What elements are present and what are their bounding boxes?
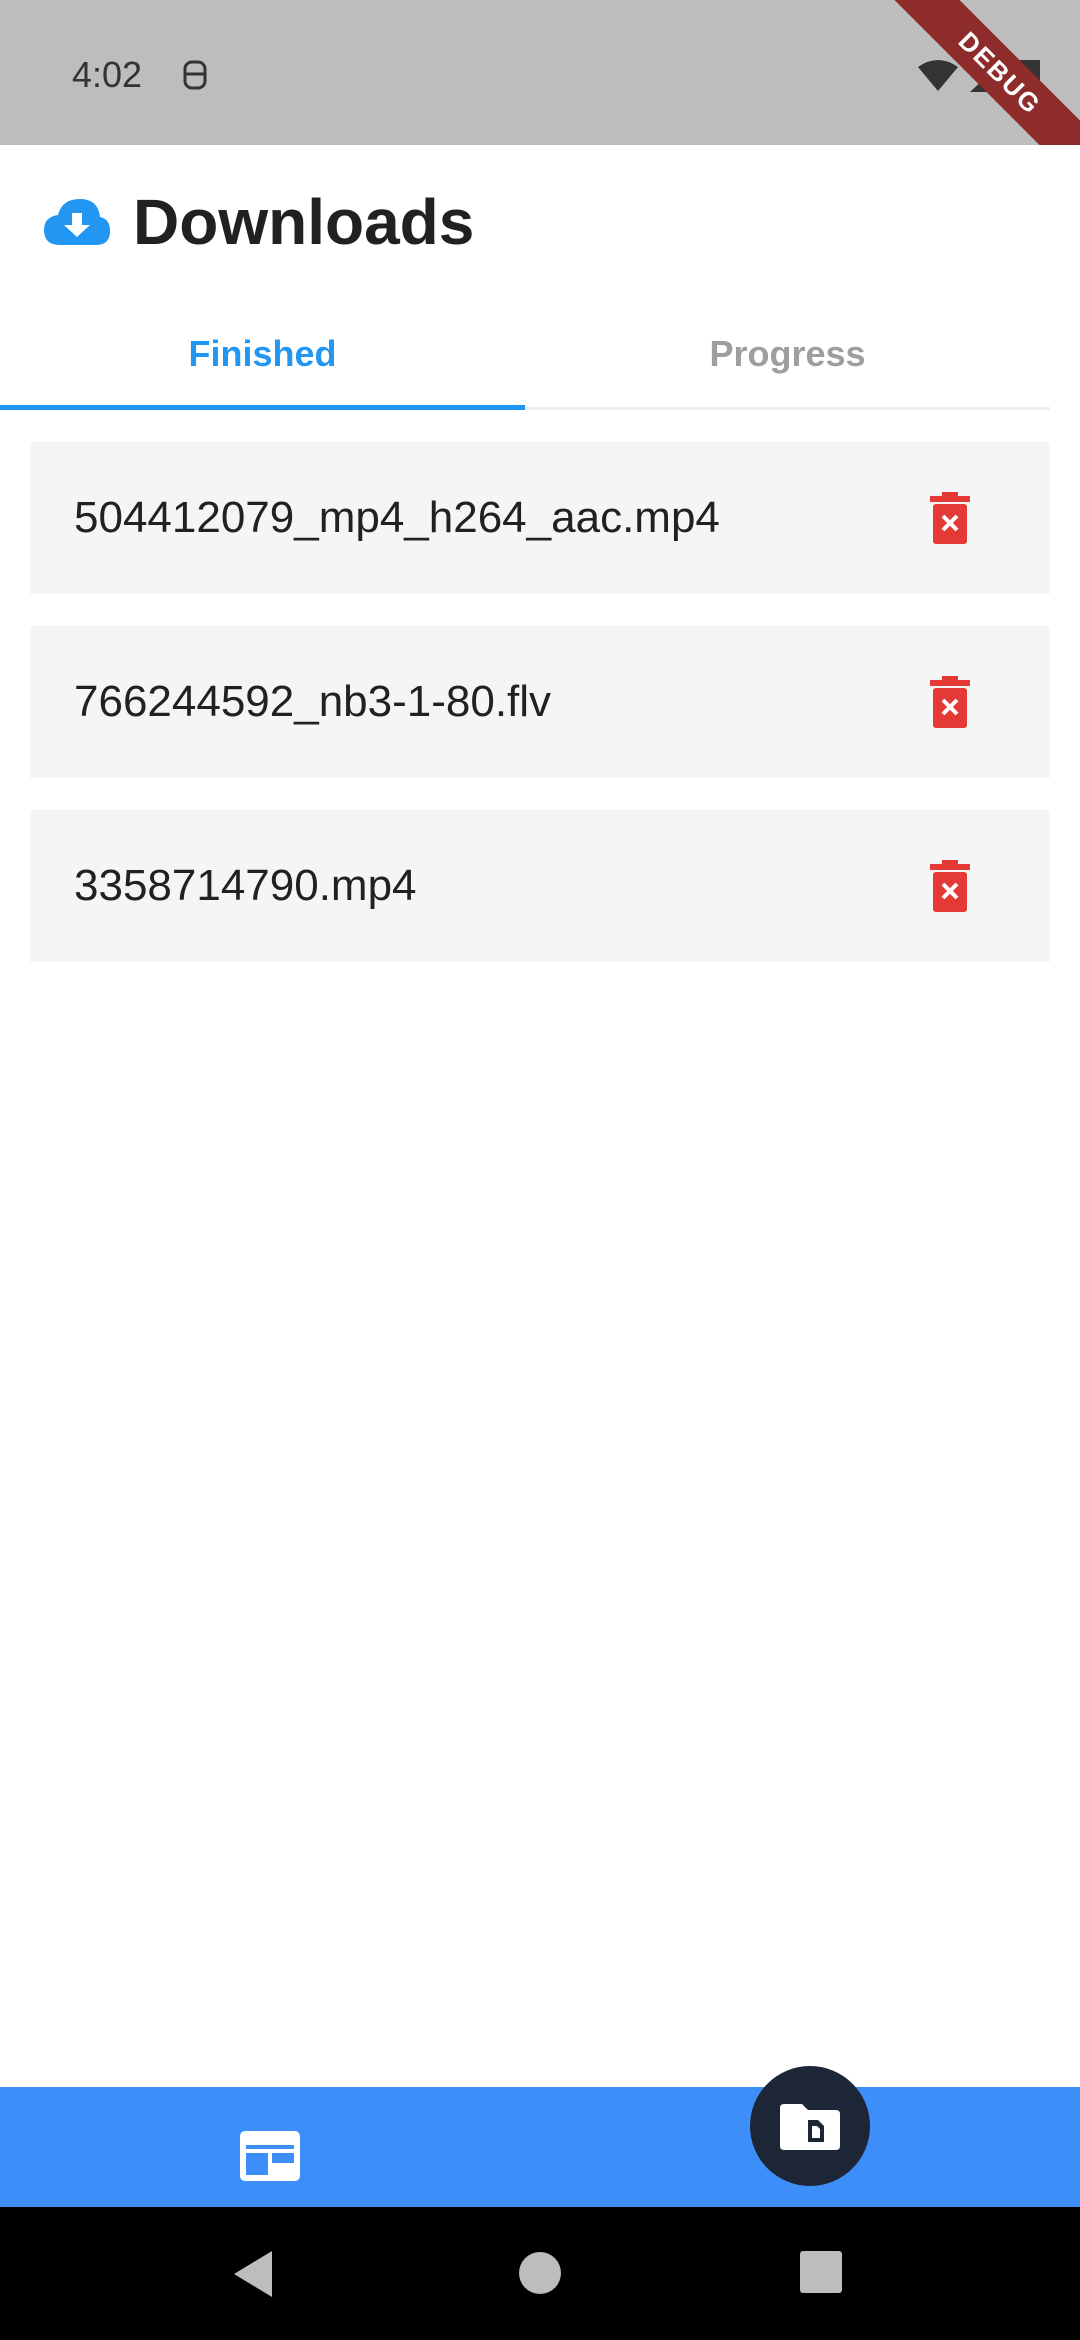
debug-banner: DEBUG — [877, 0, 1080, 145]
cloud-download-icon — [44, 199, 110, 245]
download-list: 504412079_mp4_h264_aac.mp4 766244592_nb3… — [30, 442, 1050, 994]
file-name: 766244592_nb3-1-80.flv — [74, 677, 552, 726]
page-title: Downloads — [133, 186, 475, 258]
delete-icon[interactable] — [930, 860, 970, 912]
system-nav-bar — [0, 2207, 1080, 2340]
delete-icon[interactable] — [930, 676, 970, 728]
bottom-app-bar — [0, 2087, 1080, 2207]
notification-icon — [183, 60, 207, 90]
list-item[interactable]: 3358714790.mp4 — [30, 810, 1050, 962]
recents-icon[interactable] — [800, 2251, 842, 2293]
web-layout-icon[interactable] — [238, 2129, 302, 2183]
home-icon[interactable] — [518, 2251, 562, 2295]
app-header: Downloads — [0, 145, 1080, 295]
status-time: 4:02 — [72, 54, 143, 95]
delete-icon[interactable] — [930, 492, 970, 544]
list-item[interactable]: 504412079_mp4_h264_aac.mp4 — [30, 442, 1050, 594]
status-bar: 4:02 DEBUG — [0, 0, 1080, 145]
list-item[interactable]: 766244592_nb3-1-80.flv — [30, 626, 1050, 778]
tab-bar: Finished Progress — [0, 300, 1050, 410]
back-icon[interactable] — [234, 2251, 274, 2297]
wifi-icon — [918, 60, 958, 91]
files-fab-button[interactable] — [750, 2066, 870, 2186]
folder-file-icon — [780, 2104, 840, 2150]
file-name: 3358714790.mp4 — [74, 861, 417, 910]
file-name: 504412079_mp4_h264_aac.mp4 — [74, 493, 720, 542]
tab-progress[interactable]: Progress — [525, 300, 1050, 407]
tab-finished[interactable]: Finished — [0, 300, 525, 410]
